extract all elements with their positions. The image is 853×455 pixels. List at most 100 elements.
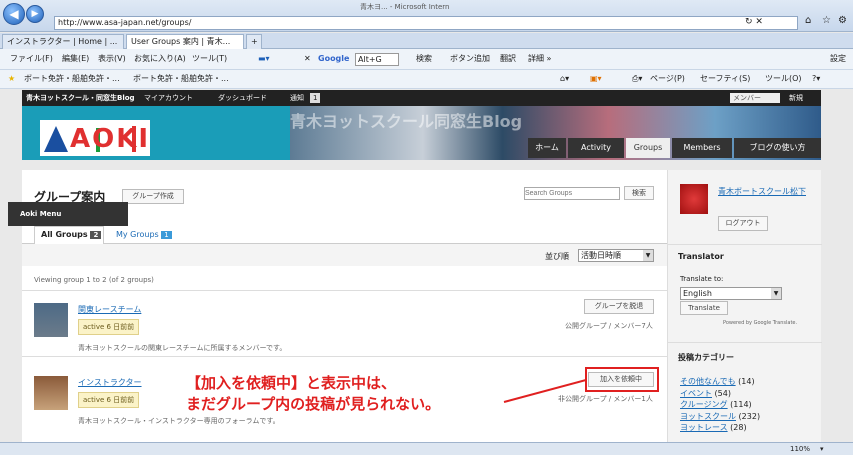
admin-search[interactable]: メンバー	[730, 93, 780, 103]
category-link[interactable]: ヨットレース	[680, 423, 728, 432]
command-tools[interactable]: ツール(O)	[765, 70, 802, 88]
create-group-button[interactable]: グループ作成	[122, 189, 184, 204]
category-list: その他なんでも (14) イベント (54) クルージング (114) ヨットス…	[680, 376, 760, 434]
annotation-text-line2: まだグループ内の投稿が見られない。	[186, 395, 441, 413]
tab-my-groups[interactable]: My Groups 1	[116, 228, 172, 242]
back-icon[interactable]: ◀	[3, 3, 25, 25]
nav-activity[interactable]: Activity	[568, 138, 624, 158]
zoom-level[interactable]: 110%	[790, 443, 810, 455]
settings-button[interactable]: 設定	[830, 49, 846, 69]
sort-select[interactable]: 活動日時順 ▼	[578, 249, 654, 262]
category-link[interactable]: ヨットスクール	[680, 412, 736, 421]
help-icon[interactable]: ?▾	[812, 70, 820, 88]
category-title: 投稿カテゴリー	[678, 353, 734, 362]
nav-groups[interactable]: Groups	[626, 138, 670, 158]
list-item: イベント (54)	[680, 388, 760, 400]
refresh-icon[interactable]: ↻ ✕	[745, 17, 763, 27]
category-count: (14)	[738, 377, 755, 386]
category-count: (54)	[714, 388, 731, 398]
group-description: 青木ヨットスクールの関東レースチームに所属するメンバーです。	[78, 344, 287, 352]
toolbar-search[interactable]: 検索	[416, 49, 432, 69]
tab-instructor[interactable]: インストラクター | Home | ...	[2, 34, 124, 49]
language-select[interactable]: English ▼	[680, 287, 782, 300]
nav-blog-help[interactable]: ブログの使い方	[734, 138, 821, 158]
toolbar-icon[interactable]: ▬▾	[258, 49, 270, 69]
forward-icon[interactable]: ▶	[26, 5, 44, 23]
sort-value: 活動日時順	[581, 251, 621, 260]
google-search-input[interactable]: Alt+G	[355, 53, 399, 66]
sort-label: 並び順	[545, 252, 569, 261]
menu-view[interactable]: 表示(V)	[98, 49, 126, 69]
tab-all-count: 2	[90, 231, 102, 239]
tab-strip: インストラクター | Home | ... User Groups 案内 | 青…	[0, 33, 853, 49]
group-description: 青木ヨットスクール・インストラクター専用のフォーラムです。	[78, 417, 280, 425]
sidebar-username[interactable]: 青木ボートスクール松下	[718, 186, 814, 197]
toolbar-add-button[interactable]: ボタン追加	[450, 49, 490, 69]
menu-favorites[interactable]: お気に入り(A)	[134, 49, 186, 69]
list-item: ヨットスクール (232)	[680, 411, 760, 423]
category-link[interactable]: イベント	[680, 389, 712, 398]
close-toolbar-icon[interactable]: ✕	[304, 49, 311, 69]
status-bar: 110% ▾	[0, 442, 853, 455]
menu-bar: ファイル(F) 編集(E) 表示(V) お気に入り(A) ツール(T) ▬▾ ✕…	[0, 49, 853, 70]
favorite-link[interactable]: ボート免許・船舶免許・...	[133, 70, 229, 88]
nav-members[interactable]: Members	[672, 138, 732, 158]
category-count: (28)	[730, 423, 747, 432]
group-name-link[interactable]: インストラクター	[78, 377, 142, 388]
group-active-badge: active 6 日前前	[78, 392, 140, 408]
search-button[interactable]: 検索	[624, 186, 654, 200]
category-count: (114)	[730, 400, 752, 409]
notification-count: 1	[310, 93, 321, 103]
menu-file[interactable]: ファイル(F)	[10, 49, 53, 69]
translator-title: Translator	[678, 252, 724, 261]
site-logo: AOKI	[40, 120, 150, 156]
list-item: その他なんでも (14)	[680, 376, 760, 388]
highlight-box	[585, 367, 659, 392]
translate-button[interactable]: Translate	[680, 301, 728, 315]
chevron-down-icon: ▼	[771, 288, 781, 299]
favorites-star-icon[interactable]: ★	[8, 70, 15, 88]
command-page[interactable]: ページ(P)	[650, 70, 685, 88]
category-link[interactable]: クルージング	[680, 400, 728, 409]
new-tab-button[interactable]: +	[246, 34, 262, 49]
list-item: ヨットレース (28)	[680, 422, 760, 434]
window-title: 青木ヨ... - Microsoft Intern	[360, 3, 450, 11]
avatar[interactable]	[680, 184, 708, 214]
category-link[interactable]: その他なんでも	[680, 377, 736, 386]
group-meta: 公開グループ / メンバー7人	[565, 322, 653, 330]
url-field[interactable]: http://www.asa-japan.net/groups/	[54, 16, 798, 30]
zoom-dropdown-icon[interactable]: ▾	[820, 443, 824, 455]
admin-my-account[interactable]: マイアカウント	[144, 90, 193, 106]
favorite-link[interactable]: ボート免許・船舶免許・...	[24, 70, 120, 88]
home-icon[interactable]: ⌂	[805, 15, 811, 26]
print-icon[interactable]: ⎙▾	[632, 70, 642, 88]
toolbar-more[interactable]: 詳細 »	[528, 49, 551, 69]
menu-tools[interactable]: ツール(T)	[192, 49, 227, 69]
command-safety[interactable]: セーフティ(S)	[700, 70, 750, 88]
tab-user-groups[interactable]: User Groups 案内 | 青木...	[126, 34, 244, 49]
home-icon[interactable]: ⌂▾	[560, 70, 569, 88]
nav-home[interactable]: ホーム	[528, 138, 566, 158]
divider	[22, 290, 667, 291]
favorites-star-icon[interactable]: ☆	[822, 15, 831, 26]
menu-edit[interactable]: 編集(E)	[62, 49, 89, 69]
logout-button[interactable]: ログアウト	[718, 216, 768, 231]
group-avatar[interactable]	[34, 303, 68, 337]
search-groups-input[interactable]	[524, 187, 620, 200]
rss-icon[interactable]: ▣▾	[590, 70, 602, 88]
annotation-text-line1: 【加入を依頼中】と表示中は、	[186, 374, 397, 392]
admin-notifications[interactable]: 通知	[290, 90, 304, 106]
aoki-menu[interactable]: Aoki Menu	[8, 202, 128, 226]
leave-group-button[interactable]: グループを脱退	[584, 299, 654, 314]
divider	[668, 342, 822, 343]
admin-new[interactable]: 新規	[789, 90, 803, 106]
admin-dashboard[interactable]: ダッシュボード	[218, 90, 267, 106]
sidebar: 青木ボートスクール松下 ログアウト Translator Translate t…	[667, 170, 822, 442]
admin-site-link[interactable]: 青木ヨットスクール・同窓生Blog	[26, 90, 135, 106]
toolbar-translate[interactable]: 翻訳	[500, 49, 516, 69]
tab-all-groups[interactable]: All Groups 2	[34, 226, 104, 244]
group-avatar[interactable]	[34, 376, 68, 410]
group-name-link[interactable]: 関東レースチーム	[78, 304, 141, 315]
gear-icon[interactable]: ⚙	[838, 15, 847, 26]
translate-to-label: Translate to:	[680, 275, 724, 283]
